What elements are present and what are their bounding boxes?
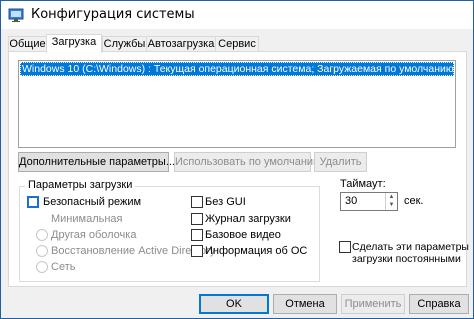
set-as-default-button: Использовать по умолчанию [174, 152, 321, 172]
tab-general[interactable]: Общие [8, 36, 47, 52]
timeout-value[interactable]: 30 [345, 195, 357, 207]
make-permanent-label-line1: Сделать эти параметры [352, 241, 469, 253]
window-title: Конфигурация системы [31, 7, 195, 22]
alternate-shell-radio [36, 229, 48, 241]
boot-log-checkbox[interactable] [191, 213, 203, 225]
timeout-spinner[interactable]: ▲ ▼ [385, 193, 397, 210]
delete-button: Удалить [314, 152, 367, 172]
cancel-button[interactable]: Отмена [273, 294, 337, 314]
alternate-shell-label: Другая оболочка [51, 229, 137, 241]
spin-down-icon[interactable]: ▼ [386, 201, 397, 209]
no-gui-checkbox[interactable] [191, 196, 203, 208]
boot-options-group-title: Параметры загрузки [25, 179, 136, 191]
network-label: Сеть [51, 261, 76, 273]
boot-tab-panel: Windows 10 (C:\Windows) : Текущая операц… [8, 51, 469, 287]
ok-button[interactable]: OK [199, 294, 269, 314]
help-button[interactable]: Справка [409, 294, 469, 314]
timeout-label: Таймаут: [340, 178, 386, 190]
network-radio [36, 261, 48, 273]
tab-startup[interactable]: Автозагрузка [146, 36, 216, 52]
spin-up-icon[interactable]: ▲ [386, 193, 397, 201]
boot-entries-list[interactable]: Windows 10 (C:\Windows) : Текущая операц… [18, 60, 456, 148]
title-bar: Конфигурация системы [1, 1, 473, 29]
tab-services[interactable]: Службы [102, 36, 147, 52]
make-permanent-label-line2: загрузки постоянными [352, 253, 461, 265]
tab-tools[interactable]: Сервис [215, 36, 259, 52]
base-video-checkbox[interactable] [191, 229, 203, 241]
make-permanent-checkbox[interactable] [339, 241, 351, 253]
os-info-label[interactable]: Информация об ОС [205, 245, 307, 257]
os-info-checkbox[interactable] [191, 245, 203, 257]
system-config-app-icon [8, 8, 24, 22]
boot-log-label[interactable]: Журнал загрузки [205, 213, 291, 225]
minimal-label: Минимальная [51, 213, 123, 225]
base-video-label[interactable]: Базовое видео [205, 229, 281, 241]
timeout-unit: сек. [404, 195, 424, 207]
tab-boot[interactable]: Загрузка [46, 34, 102, 53]
timeout-input[interactable]: 30 ▲ ▼ [340, 192, 398, 211]
ad-repair-radio [36, 245, 48, 257]
make-permanent-label[interactable]: Сделать эти параметры загрузки постоянны… [352, 241, 469, 265]
safe-mode-checkbox[interactable] [27, 196, 39, 208]
system-configuration-window: Конфигурация системы Общие Загрузка Служ… [0, 0, 474, 319]
advanced-options-button[interactable]: Дополнительные параметры... [18, 152, 175, 172]
apply-button: Применить [341, 294, 405, 314]
safe-mode-label[interactable]: Безопасный режим [43, 196, 141, 208]
no-gui-label[interactable]: Без GUI [205, 196, 246, 208]
boot-entry-row[interactable]: Windows 10 (C:\Windows) : Текущая операц… [20, 62, 454, 76]
